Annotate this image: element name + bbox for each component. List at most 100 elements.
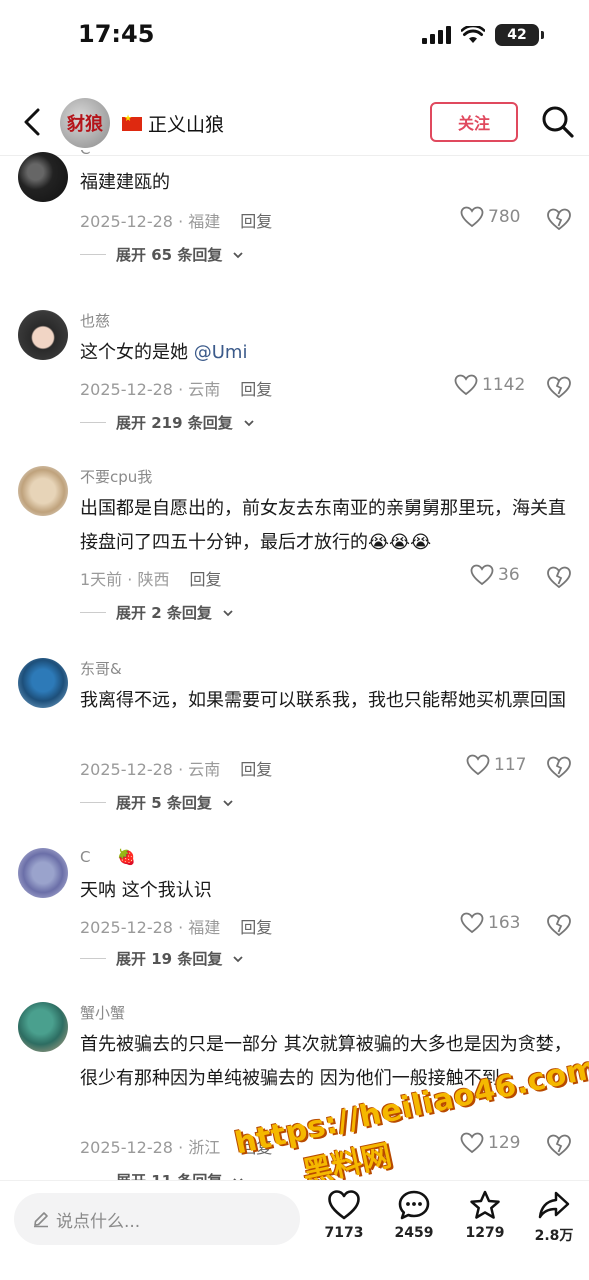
avatar[interactable]	[18, 1002, 68, 1052]
account-name-label: 正义山狼	[148, 114, 225, 136]
comments-button[interactable]: 2459	[384, 1189, 444, 1241]
dislike-icon[interactable]	[546, 206, 572, 232]
comment-author-name: C	[80, 848, 91, 866]
reply-button[interactable]: 回复	[240, 756, 272, 780]
strawberry-icon: 🍓	[117, 848, 136, 866]
like-count: 36	[498, 565, 520, 585]
chevron-down-icon	[223, 799, 233, 806]
comment-date: 1天前 · 陕西	[80, 570, 170, 589]
chevron-down-icon	[233, 251, 243, 258]
favorite-button[interactable]: 1279	[455, 1189, 515, 1241]
expand-replies[interactable]: 展开 65 条回复	[80, 244, 244, 265]
reply-button[interactable]: 回复	[240, 208, 272, 232]
search-button[interactable]	[538, 102, 578, 142]
expand-replies[interactable]: 展开 5 条回复	[80, 792, 234, 813]
comment-input[interactable]: 说点什么...	[14, 1193, 300, 1245]
comment-date: 2025-12-28 · 云南	[80, 380, 221, 399]
divider	[80, 254, 106, 255]
avatar[interactable]	[18, 152, 68, 202]
chevron-down-icon	[223, 609, 233, 616]
wifi-icon	[461, 26, 485, 43]
comment-text: 我离得不远，如果需要可以联系我，我也只能帮她买机票回国	[80, 690, 566, 711]
comment-author[interactable]: 也慈	[80, 310, 110, 331]
comment-meta: 2025-12-28 · 云南 回复	[80, 756, 272, 780]
comment-author[interactable]: 不要cpu我	[80, 466, 152, 487]
avatar-logo-text: 豺狼	[67, 114, 103, 135]
comment-date: 2025-12-28 · 福建	[80, 918, 221, 937]
heart-icon	[460, 912, 484, 934]
comment-author[interactable]: C	[80, 150, 90, 158]
divider	[80, 958, 106, 959]
user-mention-link[interactable]: @Umi	[194, 342, 248, 363]
pencil-icon	[34, 1212, 48, 1228]
reply-button[interactable]: 回复	[240, 914, 272, 938]
divider	[80, 802, 106, 803]
comment-meta: 1天前 · 陕西 回复	[80, 566, 221, 590]
account-avatar[interactable]: 豺狼	[60, 98, 110, 148]
share-button[interactable]: 2.8万	[524, 1189, 584, 1245]
bottom-action-bar: 说点什么... 7173 2459 1279 2.8万	[0, 1180, 589, 1280]
dislike-icon[interactable]	[546, 564, 572, 590]
heart-icon	[460, 206, 484, 228]
like-count: 1142	[482, 375, 526, 395]
comment-text: 福建建瓯的	[80, 172, 170, 193]
status-bar: 17:45 42	[0, 0, 589, 72]
post-like-count: 7173	[324, 1225, 364, 1241]
china-flag-icon	[122, 114, 142, 131]
avatar[interactable]	[18, 466, 68, 516]
post-comment-count: 2459	[394, 1225, 434, 1241]
star-icon	[470, 1190, 500, 1219]
expand-label: 展开 19 条回复	[116, 950, 223, 968]
divider	[80, 422, 106, 423]
comment-text: 这个女的是她 @Umi	[80, 336, 575, 370]
dislike-icon[interactable]	[546, 374, 572, 400]
like-post-button[interactable]: 7173	[314, 1189, 374, 1241]
post-share-count: 2.8万	[534, 1228, 574, 1244]
expand-replies[interactable]: 展开 2 条回复	[80, 602, 234, 623]
like-button[interactable]: 117	[466, 754, 526, 776]
comment-author[interactable]: 东哥&	[80, 658, 122, 679]
like-button[interactable]: 1142	[454, 374, 525, 396]
avatar[interactable]	[18, 310, 68, 360]
expand-replies[interactable]: 展开 11 条回复	[80, 1170, 244, 1180]
comment-meta: 2025-12-28 · 福建 回复	[80, 914, 272, 938]
like-button[interactable]: 780	[460, 206, 520, 228]
avatar[interactable]	[18, 658, 68, 708]
comment-author[interactable]: 蟹小蟹	[80, 1002, 125, 1023]
follow-button[interactable]: 关注	[430, 102, 518, 142]
comment-input-placeholder: 说点什么...	[56, 1211, 141, 1232]
comment-meta: 2025-12-28 · 福建 回复	[80, 208, 272, 232]
comment-author[interactable]: C 🍓	[80, 848, 136, 866]
comment-date: 2025-12-28 · 浙江	[80, 1138, 221, 1157]
heart-icon	[328, 1190, 360, 1220]
back-button[interactable]	[14, 102, 54, 142]
like-button[interactable]: 36	[470, 564, 520, 586]
like-button[interactable]: 163	[460, 912, 520, 934]
search-icon	[542, 106, 574, 138]
comment-text: 天呐 这个我认识	[80, 880, 212, 901]
expand-replies[interactable]: 展开 19 条回复	[80, 948, 244, 969]
post-favorite-count: 1279	[465, 1225, 505, 1241]
status-icons: 42	[422, 24, 544, 46]
expand-label: 展开 65 条回复	[116, 246, 223, 264]
cellular-signal-icon	[422, 26, 451, 44]
dislike-icon[interactable]	[546, 912, 572, 938]
account-name[interactable]: 正义山狼	[122, 110, 224, 137]
heart-icon	[470, 564, 494, 586]
expand-replies[interactable]: 展开 219 条回复	[80, 412, 255, 433]
comment-bubble-icon	[398, 1190, 430, 1220]
chevron-down-icon	[244, 419, 254, 426]
reply-button[interactable]: 回复	[189, 566, 221, 590]
divider	[80, 612, 106, 613]
expand-label: 展开 2 条回复	[116, 604, 212, 622]
comment-text: 出国都是自愿出的，前女友去东南亚的亲舅舅那里玩，海关直接盘问了四五十分钟，最后才…	[80, 498, 566, 553]
reply-button[interactable]: 回复	[240, 376, 272, 400]
like-count: 780	[488, 207, 521, 227]
avatar[interactable]	[18, 848, 68, 898]
comment-meta: 2025-12-28 · 云南 回复	[80, 376, 272, 400]
dislike-icon[interactable]	[546, 754, 572, 780]
like-count: 163	[488, 913, 521, 933]
like-count: 117	[494, 755, 527, 775]
heart-icon	[454, 374, 478, 396]
expand-label: 展开 219 条回复	[116, 414, 233, 432]
